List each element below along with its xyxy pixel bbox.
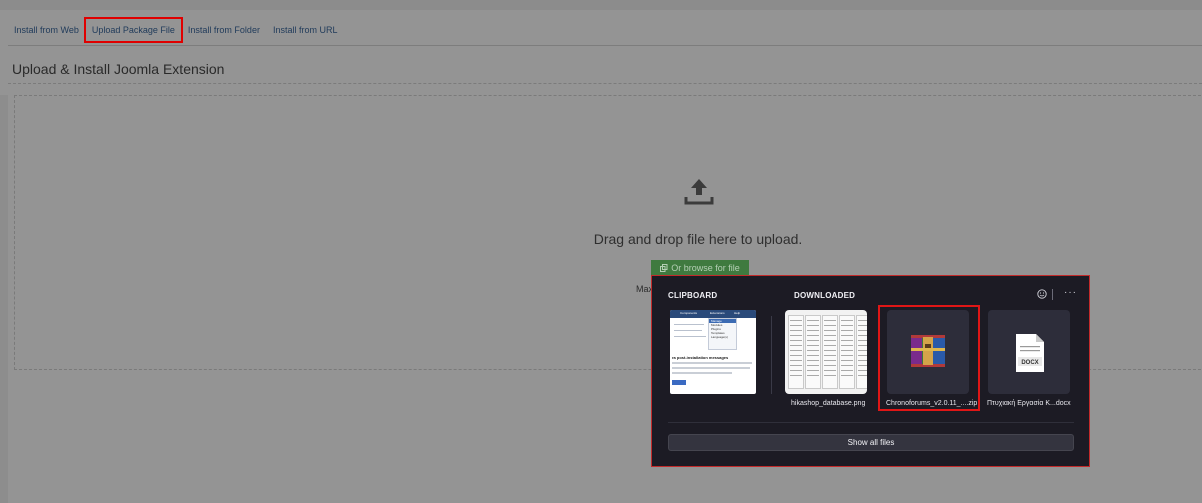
left-strip (0, 95, 8, 503)
thumb-menu-help: Help (734, 311, 741, 315)
browse-for-file-button[interactable]: Or browse for file (651, 260, 749, 275)
tab-upload-package-file[interactable]: Upload Package File (83, 16, 183, 43)
thumb-menu-item: Language(s) (711, 335, 728, 339)
selected-item-highlight (878, 305, 980, 411)
thumb-menu-bar: Components Extensions Help (670, 310, 756, 318)
footer-divider (668, 422, 1074, 423)
thumb-message: ra post-installation messages (672, 355, 729, 360)
thumb-line (672, 372, 732, 374)
emoji-icon[interactable] (1037, 289, 1047, 299)
thumb-line (674, 324, 704, 325)
tab-install-from-web[interactable]: Install from Web (8, 19, 85, 41)
thumb-button (672, 380, 686, 385)
clipboard-downloads-panel: CLIPBOARD DOWNLOADED ··· Components Exte… (651, 275, 1090, 467)
image-preview-column (805, 315, 821, 389)
download-filename: Πτυχιακή Εργασία Κ...docx (987, 400, 1071, 407)
image-preview-column (839, 315, 855, 389)
title-divider (8, 83, 1202, 84)
upload-icon (684, 179, 714, 205)
header-separator (1052, 289, 1053, 300)
browse-button-label: Or browse for file (671, 262, 740, 273)
image-preview-column (788, 315, 804, 389)
thumb-line (672, 367, 750, 369)
image-preview-column (856, 315, 867, 389)
thumb-line (674, 336, 706, 337)
tab-install-from-url[interactable]: Install from URL (267, 19, 344, 41)
download-item-docx[interactable]: DOCX (988, 310, 1070, 394)
thumb-dropdown: Manage Modules Plugins Templates Languag… (708, 318, 737, 350)
docx-file-icon: DOCX (1016, 334, 1044, 372)
download-item-image[interactable] (785, 310, 867, 394)
thumb-menu-components: Components (680, 311, 698, 315)
thumb-line (674, 330, 702, 331)
install-tabs: Install from Web Upload Package File Ins… (8, 14, 1202, 46)
thumb-line (672, 362, 752, 364)
page-title: Upload & Install Joomla Extension (12, 61, 225, 77)
download-filename: hikashop_database.png (791, 400, 866, 407)
clipboard-heading: CLIPBOARD (668, 291, 718, 300)
section-divider (771, 316, 772, 394)
more-options-icon[interactable]: ··· (1064, 287, 1077, 298)
dropzone-instructions: Drag and drop file here to upload. (593, 231, 803, 247)
top-strip (0, 0, 1202, 10)
show-all-files-button[interactable]: Show all files (668, 434, 1074, 451)
download-filename: Chronoforums_v2.0.11_....zip (886, 400, 978, 407)
tab-install-from-folder[interactable]: Install from Folder (182, 19, 266, 41)
copy-icon (660, 263, 668, 272)
clipboard-item-thumbnail[interactable]: Components Extensions Help Manage Module… (670, 310, 756, 394)
downloaded-heading: DOWNLOADED (794, 291, 856, 300)
image-preview-column (822, 315, 838, 389)
docx-badge-text: DOCX (1021, 360, 1038, 366)
thumb-menu-extensions: Extensions (710, 311, 725, 315)
